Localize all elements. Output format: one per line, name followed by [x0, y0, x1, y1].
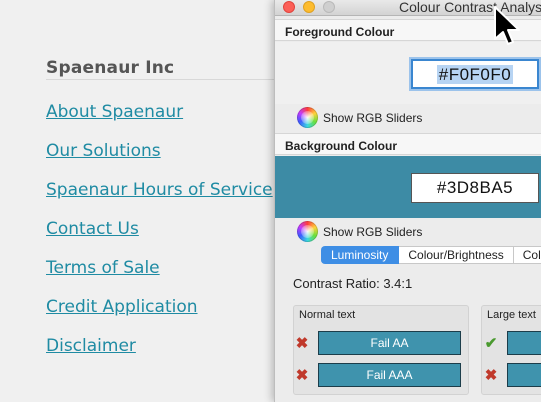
normal-aa-result: Fail AA — [318, 331, 461, 355]
foreground-rgb-toggle-row: Show RGB Sliders — [275, 104, 541, 130]
site-nav: About Spaenaur Our Solutions Spaenaur Ho… — [46, 102, 273, 375]
contrast-ratio: Contrast Ratio: 3.4:1 — [293, 276, 413, 291]
background-hex-input[interactable]: #3D8BA5 — [411, 173, 539, 203]
nav-link-contact[interactable]: Contact Us — [46, 219, 273, 258]
company-name: Spaenaur Inc — [46, 58, 175, 78]
color-wheel-icon[interactable] — [297, 221, 318, 242]
close-window-button[interactable] — [283, 1, 295, 13]
normal-aaa-result: Fail AAA — [318, 363, 461, 387]
divider — [46, 79, 286, 80]
nav-link-disclaimer[interactable]: Disclaimer — [46, 336, 273, 375]
fail-cross-icon: ✖ — [484, 367, 498, 384]
pass-check-icon: ✔ — [484, 335, 498, 352]
nav-link-credit[interactable]: Credit Application — [46, 297, 273, 336]
tab-luminosity[interactable]: Luminosity — [321, 246, 400, 264]
background-heading: Background Colour — [275, 133, 541, 155]
normal-text-label: Normal text — [299, 309, 356, 321]
fail-cross-icon: ✖ — [295, 335, 309, 352]
nav-link-hours[interactable]: Spaenaur Hours of Service — [46, 180, 273, 219]
zoom-window-button[interactable] — [323, 1, 335, 13]
colour-contrast-analyser-window: Colour Contrast Analyse Foreground Colou… — [274, 0, 541, 402]
large-text-label: Large text — [487, 309, 536, 321]
tab-colour-blindness[interactable]: Col — [513, 246, 541, 264]
color-wheel-icon[interactable] — [297, 107, 318, 128]
mouse-pointer-icon — [494, 6, 520, 45]
large-aa-result — [507, 331, 541, 355]
tab-colour-brightness[interactable]: Colour/Brightness — [399, 246, 514, 264]
minimize-window-button[interactable] — [303, 1, 315, 13]
result-tabs: Luminosity Colour/Brightness Col — [321, 246, 541, 264]
foreground-hex-input[interactable]: #F0F0F0 — [411, 59, 539, 89]
nav-link-solutions[interactable]: Our Solutions — [46, 141, 273, 180]
nav-link-terms[interactable]: Terms of Sale — [46, 258, 273, 297]
background-rgb-toggle-row: Show RGB Sliders — [275, 218, 541, 244]
background-show-rgb-sliders[interactable]: Show RGB Sliders — [323, 225, 422, 239]
fail-cross-icon: ✖ — [295, 367, 309, 384]
foreground-show-rgb-sliders[interactable]: Show RGB Sliders — [323, 111, 422, 125]
nav-link-about[interactable]: About Spaenaur — [46, 102, 273, 141]
foreground-hex-value: #F0F0F0 — [436, 65, 514, 84]
large-aaa-result — [507, 363, 541, 387]
